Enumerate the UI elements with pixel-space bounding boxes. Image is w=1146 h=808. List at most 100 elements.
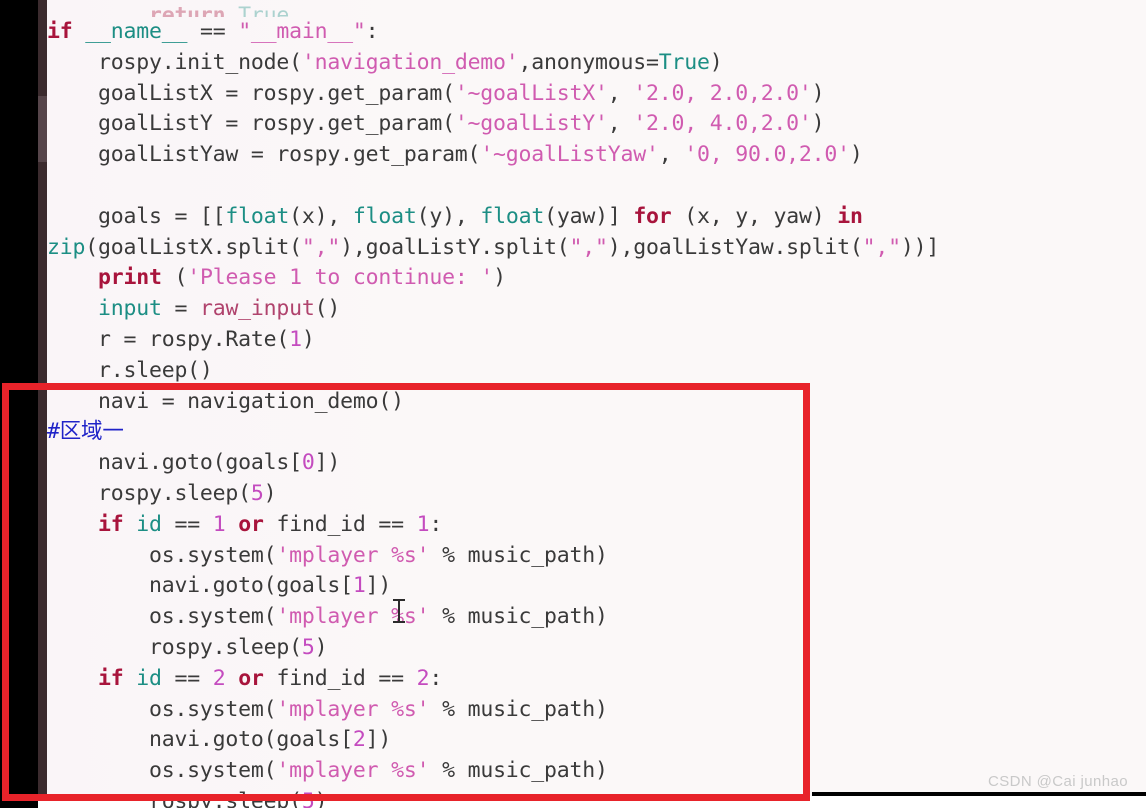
- code-token: ==: [161, 665, 213, 691]
- code-token: ",": [569, 234, 608, 260]
- code-token: 'mplayer %s': [276, 758, 430, 784]
- code-content[interactable]: return True if __name__ == "__main__": ro…: [47, 0, 1146, 808]
- code-token: zip: [47, 234, 86, 260]
- code-line[interactable]: if id == 1 or find_id == 1:: [47, 510, 1146, 541]
- code-line[interactable]: os.system('mplayer %s' % music_path): [47, 602, 1146, 633]
- code-token: ,: [607, 80, 634, 106]
- code-line[interactable]: goalListYaw = rospy.get_param('~goalList…: [47, 140, 1146, 171]
- code-line[interactable]: navi.goto(goals[2]): [47, 725, 1146, 756]
- code-line[interactable]: #区域一: [47, 417, 1146, 448]
- code-token: float: [480, 203, 545, 229]
- code-token: find_id ==: [263, 511, 417, 537]
- code-token: r.sleep(): [47, 357, 213, 383]
- code-token: ]): [365, 727, 392, 753]
- code-token: ): [301, 326, 315, 352]
- code-line[interactable]: goals = [[float(x), float(y), float(yaw)…: [47, 202, 1146, 233]
- code-token: navi = navigation_demo(): [47, 388, 404, 414]
- code-line[interactable]: input = raw_input(): [47, 294, 1146, 325]
- code-token: '~goalListYaw': [480, 142, 659, 168]
- code-token: "__main__": [238, 19, 366, 44]
- code-token: 5: [301, 788, 315, 808]
- code-token: find_id ==: [263, 665, 417, 691]
- code-token: (goalListX.split(: [85, 234, 302, 260]
- code-token: 2: [416, 665, 430, 691]
- code-token: ),goalListYaw.split(: [607, 234, 863, 260]
- code-line[interactable]: rospy.sleep(5): [47, 479, 1146, 510]
- code-line[interactable]: navi = navigation_demo(): [47, 387, 1146, 418]
- code-line[interactable]: rospy.sleep(5): [47, 787, 1146, 808]
- code-token: ]): [314, 450, 341, 476]
- code-token: goalListX = rospy.get_param(: [47, 80, 455, 106]
- code-token: % music_path): [429, 604, 608, 630]
- screenshot-root: return True if __name__ == "__main__": ro…: [0, 0, 1146, 808]
- code-token: :: [429, 511, 443, 537]
- code-token: goalListY = rospy.get_param(: [47, 111, 455, 137]
- code-line[interactable]: [47, 171, 1146, 202]
- code-token: id: [136, 665, 162, 691]
- code-line[interactable]: r = rospy.Rate(1): [47, 325, 1146, 356]
- code-token: if: [97, 511, 124, 537]
- code-line[interactable]: return True: [47, 1, 1146, 17]
- code-token: % music_path): [429, 696, 608, 722]
- code-line[interactable]: if __name__ == "__main__":: [47, 17, 1146, 48]
- code-token: ))]: [900, 234, 940, 260]
- code-token: #区域一: [47, 419, 124, 445]
- code-token: % music_path): [429, 758, 608, 784]
- code-token: '~goalListX': [454, 80, 608, 106]
- code-line[interactable]: rospy.init_node('navigation_demo',anonym…: [47, 48, 1146, 79]
- code-line[interactable]: zip(goalListX.split(","),goalListY.split…: [47, 233, 1146, 264]
- code-line[interactable]: r.sleep(): [47, 356, 1146, 387]
- code-token: :: [429, 665, 443, 691]
- code-token: ): [263, 480, 277, 506]
- ibeam-stem: [398, 601, 400, 621]
- code-token: for: [633, 203, 672, 229]
- code-token: os.system(: [47, 542, 277, 568]
- code-line[interactable]: goalListX = rospy.get_param('~goalListX'…: [47, 79, 1146, 110]
- code-token: print: [97, 265, 162, 291]
- code-token: '0, 90.0,2.0': [684, 142, 850, 168]
- code-token: navi.goto(goals[: [47, 573, 353, 599]
- code-token: ): [314, 788, 328, 808]
- code-line[interactable]: os.system('mplayer %s' % music_path): [47, 756, 1146, 787]
- code-token: 1: [289, 326, 302, 352]
- code-line[interactable]: goalListY = rospy.get_param('~goalListY'…: [47, 109, 1146, 140]
- code-token: True: [238, 3, 290, 17]
- code-token: 'mplayer %s': [276, 696, 430, 722]
- code-token: ),goalListY.split(: [340, 234, 570, 260]
- code-token: 'mplayer %s': [276, 542, 430, 568]
- code-token: =: [161, 296, 200, 322]
- editor-gutter[interactable]: [38, 0, 47, 796]
- code-token: float: [225, 203, 290, 229]
- code-token: ",": [301, 234, 341, 260]
- code-token: ,: [658, 142, 685, 168]
- code-token: '2.0, 4.0,2.0': [633, 111, 812, 137]
- code-token: float: [352, 203, 417, 229]
- code-line[interactable]: rospy.sleep(5): [47, 633, 1146, 664]
- code-line[interactable]: navi.goto(goals[1]): [47, 571, 1146, 602]
- code-line[interactable]: os.system('mplayer %s' % music_path): [47, 541, 1146, 572]
- code-token: ): [314, 634, 328, 660]
- code-line[interactable]: os.system('mplayer %s' % music_path): [47, 695, 1146, 726]
- code-token: os.system(: [47, 604, 277, 630]
- text-ibeam-cursor: [393, 598, 405, 624]
- code-line[interactable]: navi.goto(goals[0]): [47, 448, 1146, 479]
- code-token: (x, y, yaw): [671, 203, 838, 229]
- code-token: (yaw)]: [544, 203, 634, 229]
- code-token: :: [365, 19, 379, 44]
- code-token: ,anonymous=: [518, 49, 659, 75]
- code-token: navi.goto(goals[: [47, 727, 353, 753]
- code-line[interactable]: print ('Please 1 to continue: '): [47, 263, 1146, 294]
- code-token: or: [238, 511, 264, 537]
- code-token: ): [849, 142, 863, 168]
- code-line[interactable]: if id == 2 or find_id == 2:: [47, 664, 1146, 695]
- code-token: rospy.sleep(: [47, 788, 302, 808]
- code-token: rospy.sleep(: [47, 634, 302, 660]
- code-token: '~goalListY': [454, 111, 608, 137]
- code-token: ]): [365, 573, 392, 599]
